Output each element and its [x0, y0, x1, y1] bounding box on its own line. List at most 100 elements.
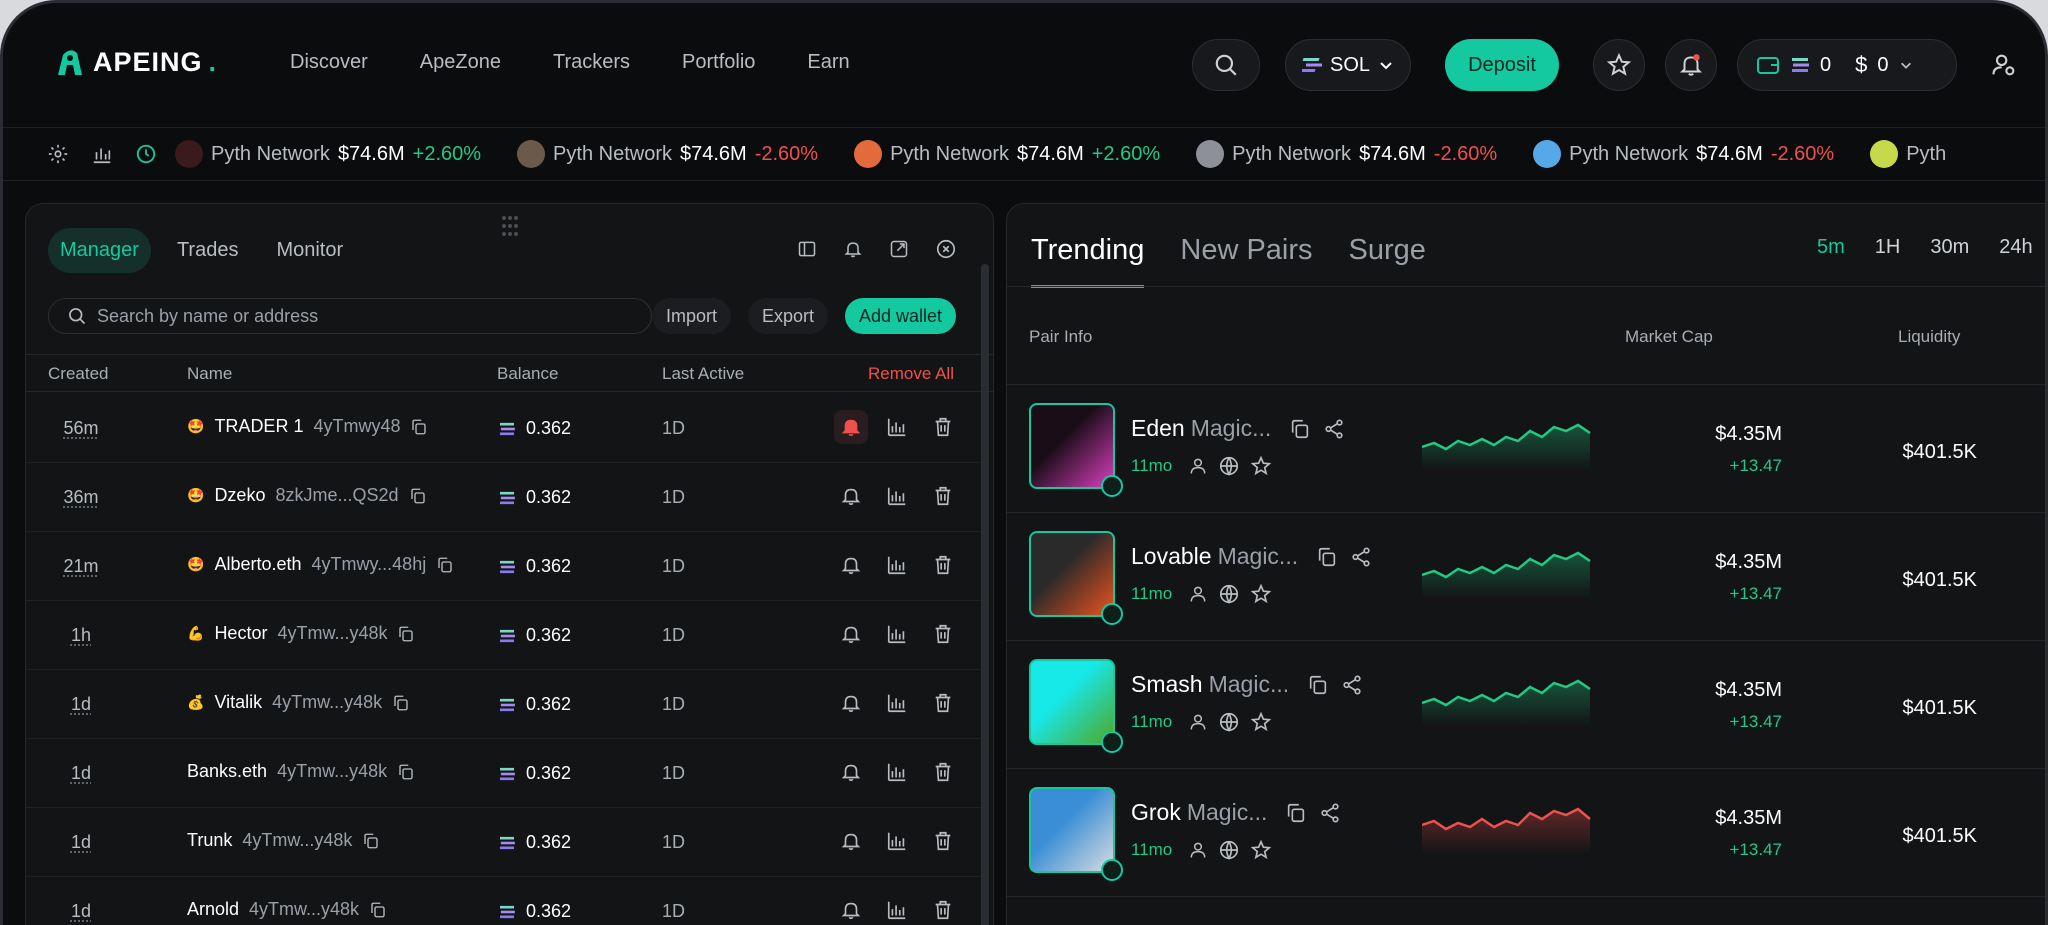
copy-icon[interactable] [397, 763, 415, 781]
pair-row[interactable]: Eden Magic... 11mo $4.35M +13.47 $401.5K [1007, 385, 2045, 513]
bar-chart-icon[interactable] [91, 143, 113, 165]
tab-trades[interactable]: Trades [165, 228, 251, 273]
table-row[interactable]: 1d Trunk 4yTmw...y48k 0.362 1D [26, 808, 986, 877]
timeframe-5m[interactable]: 5m [1817, 236, 1845, 259]
globe-icon[interactable] [1218, 711, 1240, 733]
chart-button[interactable] [880, 479, 914, 513]
star-icon[interactable] [1250, 711, 1272, 733]
table-row[interactable]: 1d 💰 Vitalik 4yTmw...y48k 0.362 1D [26, 670, 986, 739]
ticker-item[interactable]: Pyth [1870, 140, 1962, 168]
add-wallet-button[interactable]: Add wallet [845, 298, 957, 334]
copy-icon[interactable] [409, 487, 427, 505]
delete-button[interactable] [926, 410, 960, 444]
ticker-item[interactable]: Pyth Network $74.6M +2.60% [175, 140, 481, 168]
deposit-button[interactable]: Deposit [1445, 39, 1559, 91]
globe-icon[interactable] [1218, 455, 1240, 477]
tab-trending[interactable]: Trending [1031, 234, 1145, 288]
alert-toggle-button[interactable] [834, 548, 868, 582]
chart-button[interactable] [880, 410, 914, 444]
alert-toggle-button[interactable] [834, 410, 868, 444]
clock-icon[interactable] [135, 143, 157, 165]
export-button[interactable]: Export [748, 298, 829, 334]
share-icon[interactable] [1341, 674, 1363, 696]
table-row[interactable]: 21m 🤩 Alberto.eth 4yTmwy...48hj 0.362 1D [26, 532, 986, 601]
alert-toggle-button[interactable] [834, 755, 868, 789]
pair-row[interactable]: Grok Magic... 11mo $4.35M +13.47 $401.5K [1007, 769, 2045, 897]
user-icon[interactable] [1188, 584, 1208, 604]
ticker-item[interactable]: Pyth Network $74.6M +2.60% [854, 140, 1160, 168]
tab-new-pairs[interactable]: New Pairs [1180, 234, 1312, 288]
notifications-button[interactable] [1665, 39, 1717, 91]
ticker-item[interactable]: Pyth Network $74.6M -2.60% [1196, 140, 1497, 168]
copy-icon[interactable] [397, 625, 415, 643]
chart-button[interactable] [880, 893, 914, 925]
brand-logo[interactable]: APEING. [53, 45, 216, 79]
table-row[interactable]: 56m 🤩 TRADER 1 4yTmwy48 0.362 1D [26, 394, 986, 463]
copy-icon[interactable] [392, 694, 410, 712]
star-icon[interactable] [1250, 839, 1272, 861]
nav-earn[interactable]: Earn [807, 51, 849, 74]
chart-button[interactable] [880, 548, 914, 582]
tab-monitor[interactable]: Monitor [264, 228, 355, 273]
chain-selector[interactable]: SOL [1285, 39, 1411, 91]
copy-icon[interactable] [1316, 546, 1338, 568]
drag-handle-icon[interactable] [498, 214, 522, 243]
delete-button[interactable] [926, 824, 960, 858]
table-row[interactable]: 36m 🤩 Dzeko 8zkJme...QS2d 0.362 1D [26, 463, 986, 532]
star-icon[interactable] [1250, 455, 1272, 477]
sidebar-toggle-icon[interactable] [797, 239, 817, 259]
copy-icon[interactable] [410, 418, 428, 436]
copy-icon[interactable] [362, 832, 380, 850]
gear-icon[interactable] [47, 143, 69, 165]
chart-button[interactable] [880, 686, 914, 720]
chart-button[interactable] [880, 617, 914, 651]
pair-row[interactable]: Smash Magic... 11mo $4.35M +13.47 $401.5K [1007, 641, 2045, 769]
alert-toggle-button[interactable] [834, 824, 868, 858]
delete-button[interactable] [926, 548, 960, 582]
scrollbar[interactable] [981, 264, 989, 925]
user-icon[interactable] [1188, 840, 1208, 860]
account-settings-button[interactable] [1978, 39, 2030, 91]
alert-toggle-button[interactable] [834, 893, 868, 925]
tab-manager[interactable]: Manager [48, 228, 151, 273]
globe-icon[interactable] [1218, 839, 1240, 861]
copy-icon[interactable] [369, 901, 387, 919]
import-button[interactable]: Import [652, 298, 732, 334]
tab-surge[interactable]: Surge [1349, 234, 1426, 288]
user-icon[interactable] [1188, 456, 1208, 476]
chart-button[interactable] [880, 824, 914, 858]
pair-row[interactable]: Lovable Magic... 11mo $4.35M +13.47 $401.5K [1007, 513, 2045, 641]
search-button[interactable] [1192, 39, 1260, 91]
delete-button[interactable] [926, 893, 960, 925]
timeframe-30m[interactable]: 30m [1930, 236, 1969, 259]
copy-icon[interactable] [436, 556, 454, 574]
copy-icon[interactable] [1285, 802, 1307, 824]
nav-trackers[interactable]: Trackers [553, 51, 630, 74]
remove-all-button[interactable]: Remove All [868, 364, 954, 384]
alert-toggle-button[interactable] [834, 686, 868, 720]
external-link-icon[interactable] [889, 239, 909, 259]
alert-toggle-button[interactable] [834, 617, 868, 651]
wallet-search-input[interactable] [97, 305, 617, 327]
ticker-item[interactable]: Pyth Network $74.6M -2.60% [517, 140, 818, 168]
alert-toggle-button[interactable] [834, 479, 868, 513]
star-icon[interactable] [1250, 583, 1272, 605]
ticker-item[interactable]: Pyth Network $74.6M -2.60% [1533, 140, 1834, 168]
copy-icon[interactable] [1289, 418, 1311, 440]
nav-discover[interactable]: Discover [290, 51, 368, 74]
delete-button[interactable] [926, 686, 960, 720]
table-row[interactable]: 1h 💪 Hector 4yTmw...y48k 0.362 1D [26, 601, 986, 670]
timeframe-24h[interactable]: 24h [1999, 236, 2032, 259]
share-icon[interactable] [1323, 418, 1345, 440]
globe-icon[interactable] [1218, 583, 1240, 605]
table-row[interactable]: 1d Banks.eth 4yTmw...y48k 0.362 1D [26, 739, 986, 808]
copy-icon[interactable] [1307, 674, 1329, 696]
close-icon[interactable] [935, 238, 957, 260]
timeframe-1h[interactable]: 1H [1875, 236, 1901, 259]
chart-button[interactable] [880, 755, 914, 789]
nav-apezone[interactable]: ApeZone [420, 51, 501, 74]
wallet-search[interactable] [48, 298, 652, 334]
share-icon[interactable] [1319, 802, 1341, 824]
share-icon[interactable] [1350, 546, 1372, 568]
table-row[interactable]: 1d Arnold 4yTmw...y48k 0.362 1D [26, 877, 986, 925]
